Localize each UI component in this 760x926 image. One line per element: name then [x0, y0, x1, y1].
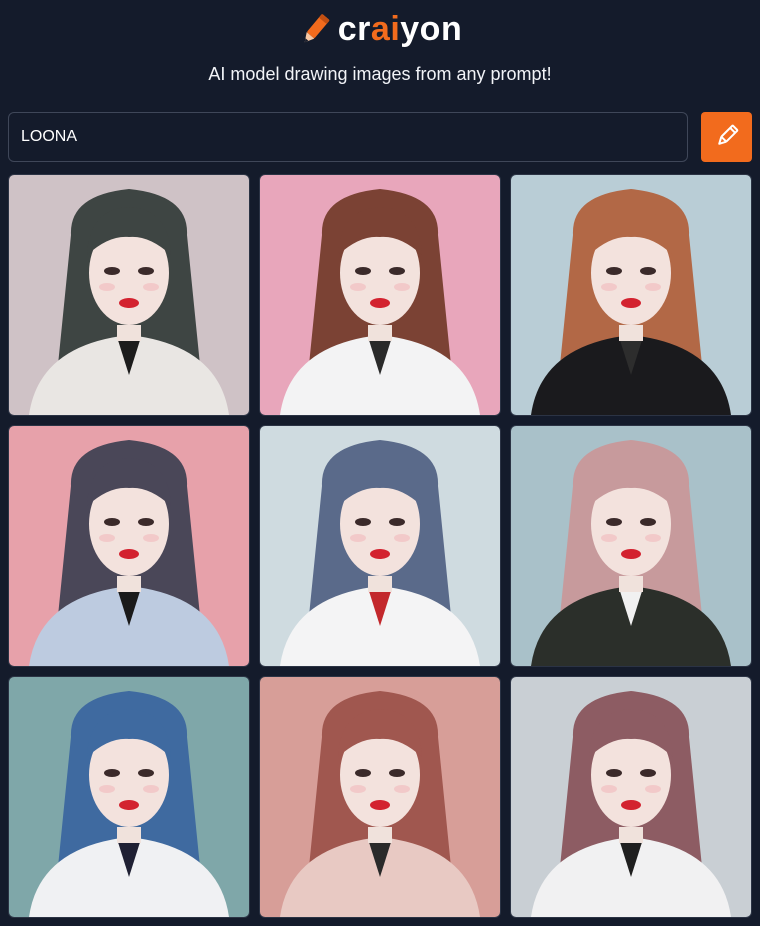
logo[interactable]: craiyon: [0, 10, 760, 49]
brand-name-part1: cr: [337, 10, 371, 48]
pencil-icon: [714, 123, 740, 152]
generated-image-art: [260, 175, 500, 415]
generated-image[interactable]: [8, 676, 250, 918]
generated-image[interactable]: [259, 425, 501, 667]
generated-image[interactable]: [259, 174, 501, 416]
generated-image[interactable]: [259, 676, 501, 918]
generated-image-art: [9, 677, 249, 917]
generated-image[interactable]: [8, 425, 250, 667]
generated-image[interactable]: [510, 425, 752, 667]
generated-image-art: [260, 426, 500, 666]
generated-image-art: [9, 175, 249, 415]
prompt-form: [8, 112, 752, 162]
generated-image-art: [260, 677, 500, 917]
generated-image[interactable]: [510, 676, 752, 918]
tagline: AI model drawing images from any prompt!: [208, 64, 552, 84]
generated-image-art: [9, 426, 249, 666]
brand-name: craiyon: [338, 10, 462, 49]
generated-image[interactable]: [510, 174, 752, 416]
craiyon-page: craiyon AI model drawing images from any…: [0, 0, 760, 926]
generated-image-art: [511, 175, 751, 415]
generated-image-art: [511, 677, 751, 917]
results-grid: [8, 174, 752, 918]
brand-name-part2: yon: [400, 10, 463, 48]
pencil-icon: [298, 11, 332, 49]
generated-image[interactable]: [8, 174, 250, 416]
prompt-input[interactable]: [8, 112, 688, 162]
brand-name-accent: ai: [370, 10, 401, 48]
generated-image-art: [511, 426, 751, 666]
draw-button[interactable]: [701, 112, 752, 162]
